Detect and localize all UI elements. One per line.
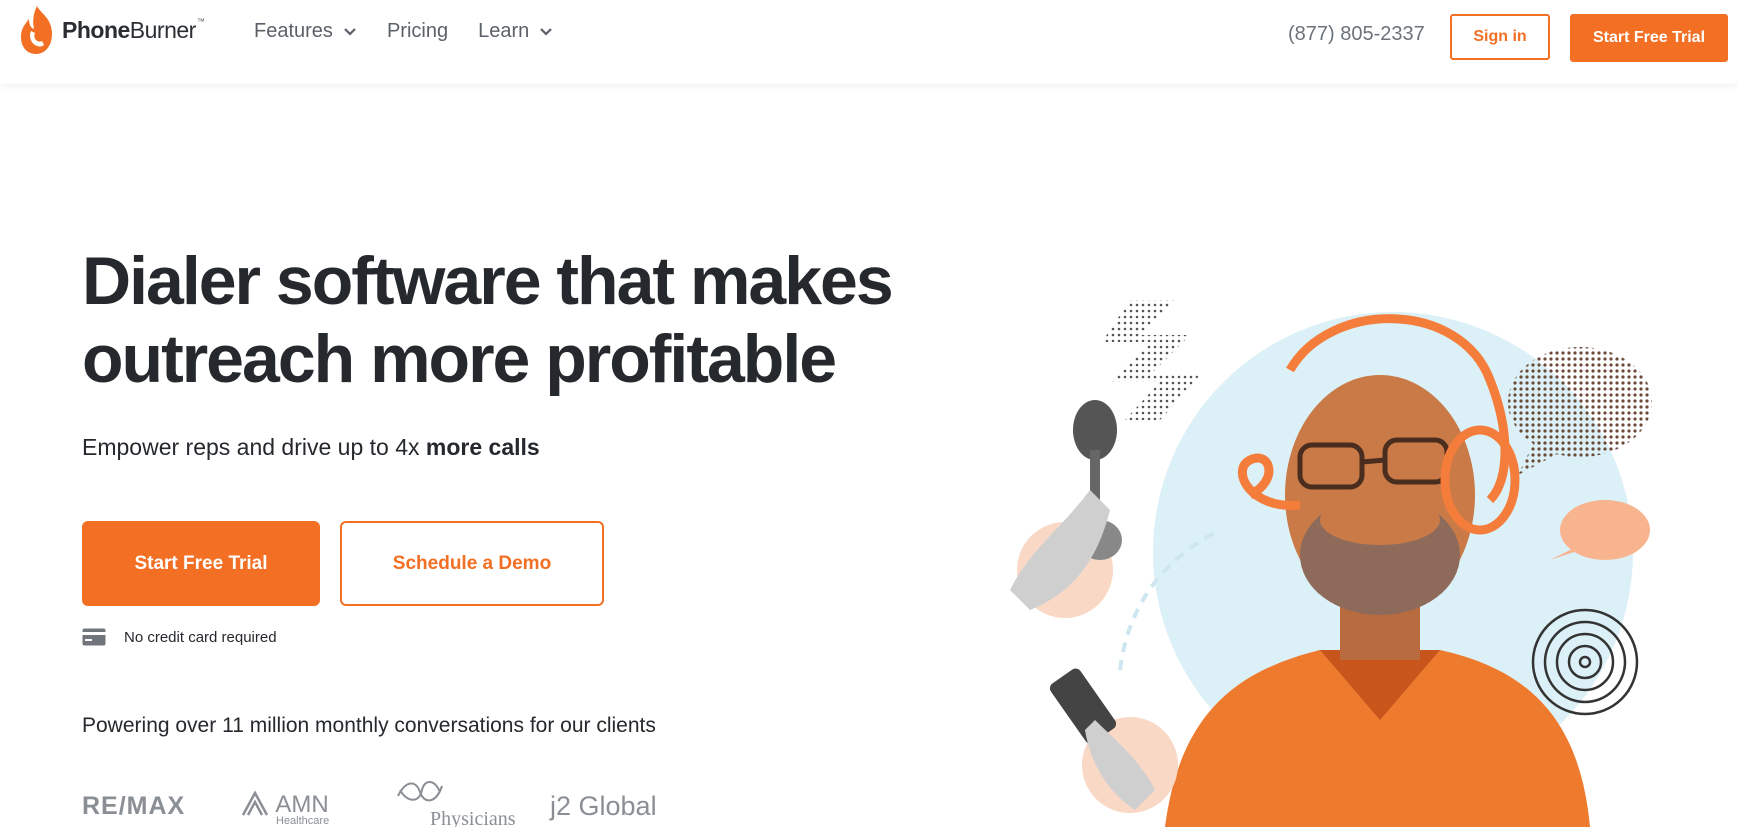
nav-learn[interactable]: Learn <box>478 20 553 43</box>
zigzag-pattern <box>1102 300 1200 420</box>
client-logos: RE/MAX AMN Healthcare Physicians j2 Glob… <box>82 776 722 827</box>
chevron-down-icon <box>540 27 553 36</box>
site-header: PhoneBurner™ Features Pricing Learn (877… <box>0 0 1738 84</box>
physicians-logo: Physicians <box>394 776 516 827</box>
speech-bubble-dotted <box>1508 347 1652 475</box>
nav-features[interactable]: Features <box>254 20 357 43</box>
hero-headline: Dialer software that makes outreach more… <box>82 243 894 397</box>
amn-mark-icon <box>241 790 269 816</box>
nav-pricing[interactable]: Pricing <box>387 20 448 43</box>
start-free-trial-button[interactable]: Start Free Trial <box>82 521 320 606</box>
phoneburner-logo[interactable]: PhoneBurner™ <box>18 4 205 56</box>
credit-card-icon <box>82 628 106 646</box>
nav-features-label: Features <box>254 20 333 42</box>
hand-with-phone <box>1049 668 1178 813</box>
amn-logo-subtext: Healthcare <box>276 815 330 827</box>
schedule-demo-button[interactable]: Schedule a Demo <box>340 521 604 606</box>
main-nav: Features Pricing Learn <box>254 20 583 43</box>
header-start-trial-button[interactable]: Start Free Trial <box>1570 14 1728 62</box>
nav-pricing-label: Pricing <box>386 20 449 42</box>
subline-text: Empower reps and drive up to 4x <box>82 434 426 460</box>
remax-logo: RE/MAX <box>82 792 186 820</box>
hero-subline: Empower reps and drive up to 4x more cal… <box>82 434 540 461</box>
no-credit-card-note: No credit card required <box>82 628 277 646</box>
nav-learn-label: Learn <box>478 20 530 42</box>
physicians-mark-icon <box>397 781 443 802</box>
physicians-logo-text: Physicians <box>430 808 516 827</box>
amn-logo-text: AMN <box>275 791 329 818</box>
flame-phone-icon <box>21 6 52 54</box>
j2-global-logo: j2 Global <box>550 791 657 821</box>
subline-emphasis: more calls <box>425 434 540 460</box>
powering-statement: Powering over 11 million monthly convers… <box>82 714 656 737</box>
logo-wordmark: PhoneBurner™ <box>62 16 205 43</box>
no-credit-card-text: No credit card required <box>124 628 277 646</box>
sign-in-button[interactable]: Sign in <box>1450 14 1550 60</box>
hero-illustration <box>1010 300 1652 827</box>
hand-with-handset <box>1010 400 1122 618</box>
phone-number-link[interactable]: (877) 805-2337 <box>1288 23 1425 46</box>
chevron-down-icon <box>344 27 356 36</box>
amn-healthcare-logo: AMN Healthcare <box>240 788 329 827</box>
